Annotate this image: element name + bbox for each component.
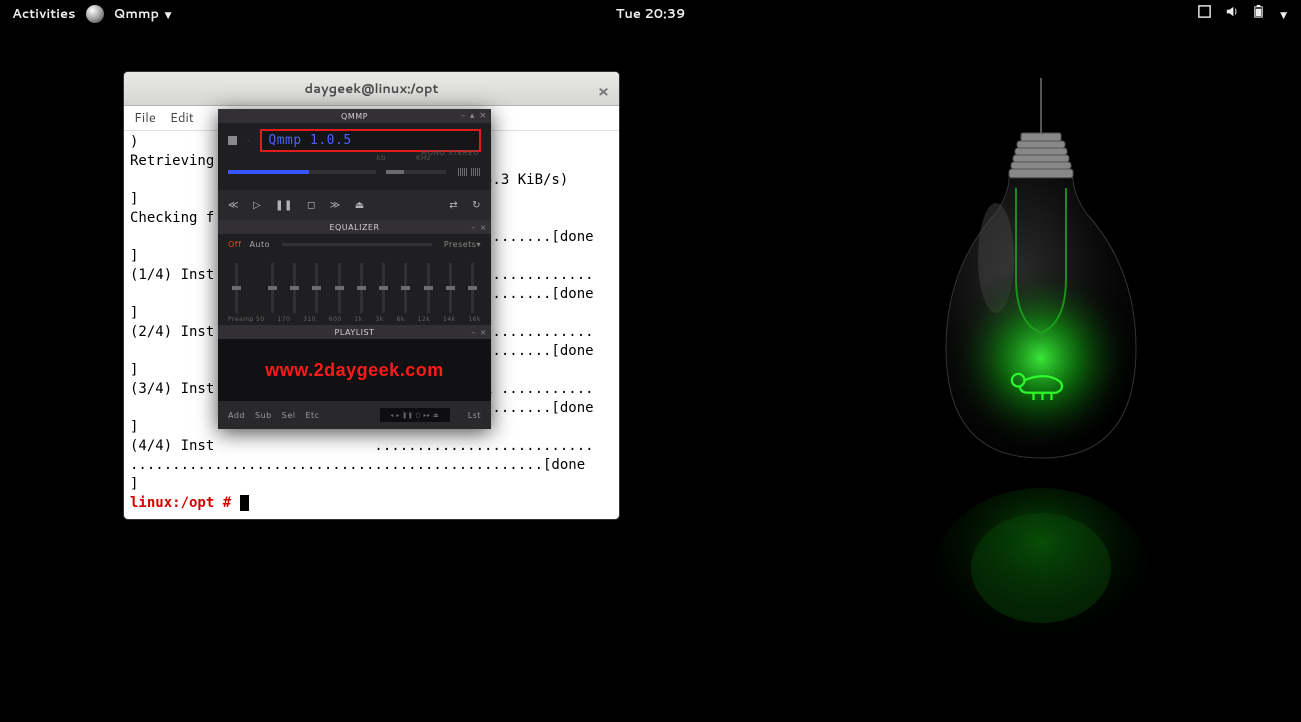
terminal-titlebar[interactable]: daygeek@linux:/opt × [124, 72, 619, 106]
chevron-down-icon: ▼ [165, 8, 172, 21]
playlist-sel-button[interactable]: Sel [282, 411, 296, 420]
eq-band-slider[interactable] [420, 263, 436, 313]
minimize-icon[interactable]: – [461, 111, 466, 121]
seek-slider[interactable] [228, 170, 376, 174]
playlist-lst-button[interactable]: Lst [468, 411, 481, 420]
watermark-text: www.2daygeek.com [265, 360, 443, 381]
menu-edit[interactable]: Edit [170, 109, 194, 127]
eq-preamp-slider[interactable] [228, 263, 244, 313]
pl-toggle-icon[interactable] [471, 168, 481, 176]
playlist-titlebar[interactable]: PLAYLIST –× [218, 325, 491, 339]
accessibility-icon[interactable] [1197, 4, 1212, 24]
eq-band-slider[interactable] [398, 263, 414, 313]
eq-band-slider[interactable] [331, 263, 347, 313]
playlist-area[interactable]: www.2daygeek.com [218, 339, 491, 401]
shade-icon[interactable]: – [471, 223, 476, 232]
stop-button[interactable]: ◻ [307, 200, 316, 211]
shade-icon[interactable]: ▴ [470, 111, 475, 121]
playlist-title: PLAYLIST [335, 328, 375, 337]
close-icon[interactable]: × [479, 111, 487, 121]
eq-band-slider[interactable] [353, 263, 369, 313]
eq-band-slider[interactable] [264, 263, 280, 313]
eq-band-slider[interactable] [442, 263, 458, 313]
close-icon[interactable]: × [480, 328, 487, 337]
gnome-top-bar: Activities Qmmp ▼ Tue 20:39 ▼ [0, 0, 1301, 28]
next-button[interactable]: ≫ [330, 200, 341, 211]
repeat-button[interactable]: ↻ [472, 200, 481, 211]
close-icon[interactable]: × [480, 223, 487, 232]
play-button[interactable]: ▷ [253, 200, 261, 211]
pause-button[interactable]: ❚❚ [275, 200, 293, 211]
playlist-sub-button[interactable]: Sub [255, 411, 272, 420]
equalizer-titlebar[interactable]: EQUALIZER –× [218, 220, 491, 234]
player-controls: ≪ ▷ ❚❚ ◻ ≫ ⏏ ⇄ ↻ [218, 190, 491, 220]
playlist-toolbar: Add Sub Sel Etc ◂ ▸ ❚❚ ◻ ▸▸ ⏏ Lst [218, 401, 491, 429]
stop-indicator-icon [228, 136, 237, 145]
eq-balance-slider[interactable] [282, 243, 432, 246]
app-icon [86, 5, 104, 23]
qmmp-title: QMMP [341, 112, 368, 121]
track-time: - [247, 136, 250, 145]
terminal-prompt: linux:/opt # [130, 495, 240, 511]
playlist-mini-controls[interactable]: ◂ ▸ ❚❚ ◻ ▸▸ ⏏ [380, 408, 450, 422]
app-menu[interactable]: Qmmp ▼ [114, 5, 172, 23]
lightbulb-graphic [881, 78, 1201, 698]
eq-preamp-label: Preamp [228, 316, 256, 323]
terminal-title: daygeek@linux:/opt [305, 80, 439, 98]
cursor-icon [240, 495, 249, 511]
shade-icon[interactable]: – [471, 328, 476, 337]
prev-button[interactable]: ≪ [228, 200, 239, 211]
volume-icon[interactable] [1224, 4, 1239, 24]
close-icon[interactable]: × [598, 80, 609, 103]
activities-button[interactable]: Activities [12, 5, 76, 23]
eq-band-slider[interactable] [287, 263, 303, 313]
qmmp-main-titlebar[interactable]: QMMP –▴ × [218, 109, 491, 123]
bitrate-label: kb [376, 154, 386, 162]
menu-file[interactable]: File [134, 109, 156, 127]
eq-toggle-icon[interactable] [458, 168, 468, 176]
eq-band-slider[interactable] [376, 263, 392, 313]
eject-button[interactable]: ⏏ [355, 200, 365, 211]
shuffle-button[interactable]: ⇄ [449, 200, 458, 211]
eq-auto-button[interactable]: Auto [249, 240, 270, 249]
volume-slider[interactable] [386, 170, 446, 174]
eq-off-button[interactable]: Off [228, 240, 241, 249]
equalizer-title: EQUALIZER [329, 223, 379, 232]
eq-band-slider[interactable] [309, 263, 325, 313]
playlist-etc-button[interactable]: Etc [305, 411, 319, 420]
battery-icon[interactable] [1251, 4, 1266, 24]
clock[interactable]: Tue 20:39 [616, 5, 686, 23]
system-menu-chevron-icon[interactable]: ▼ [1280, 8, 1287, 21]
equalizer-panel: Off Auto Presets▾ Preamp 50 170 310 [218, 234, 491, 325]
qmmp-player-window[interactable]: QMMP –▴× - Qmmp 1.0.5 kb KHz MONO STEREO… [218, 109, 491, 429]
eq-band-slider[interactable] [465, 263, 481, 313]
eq-presets-button[interactable]: Presets▾ [444, 240, 481, 249]
playlist-add-button[interactable]: Add [228, 411, 245, 420]
